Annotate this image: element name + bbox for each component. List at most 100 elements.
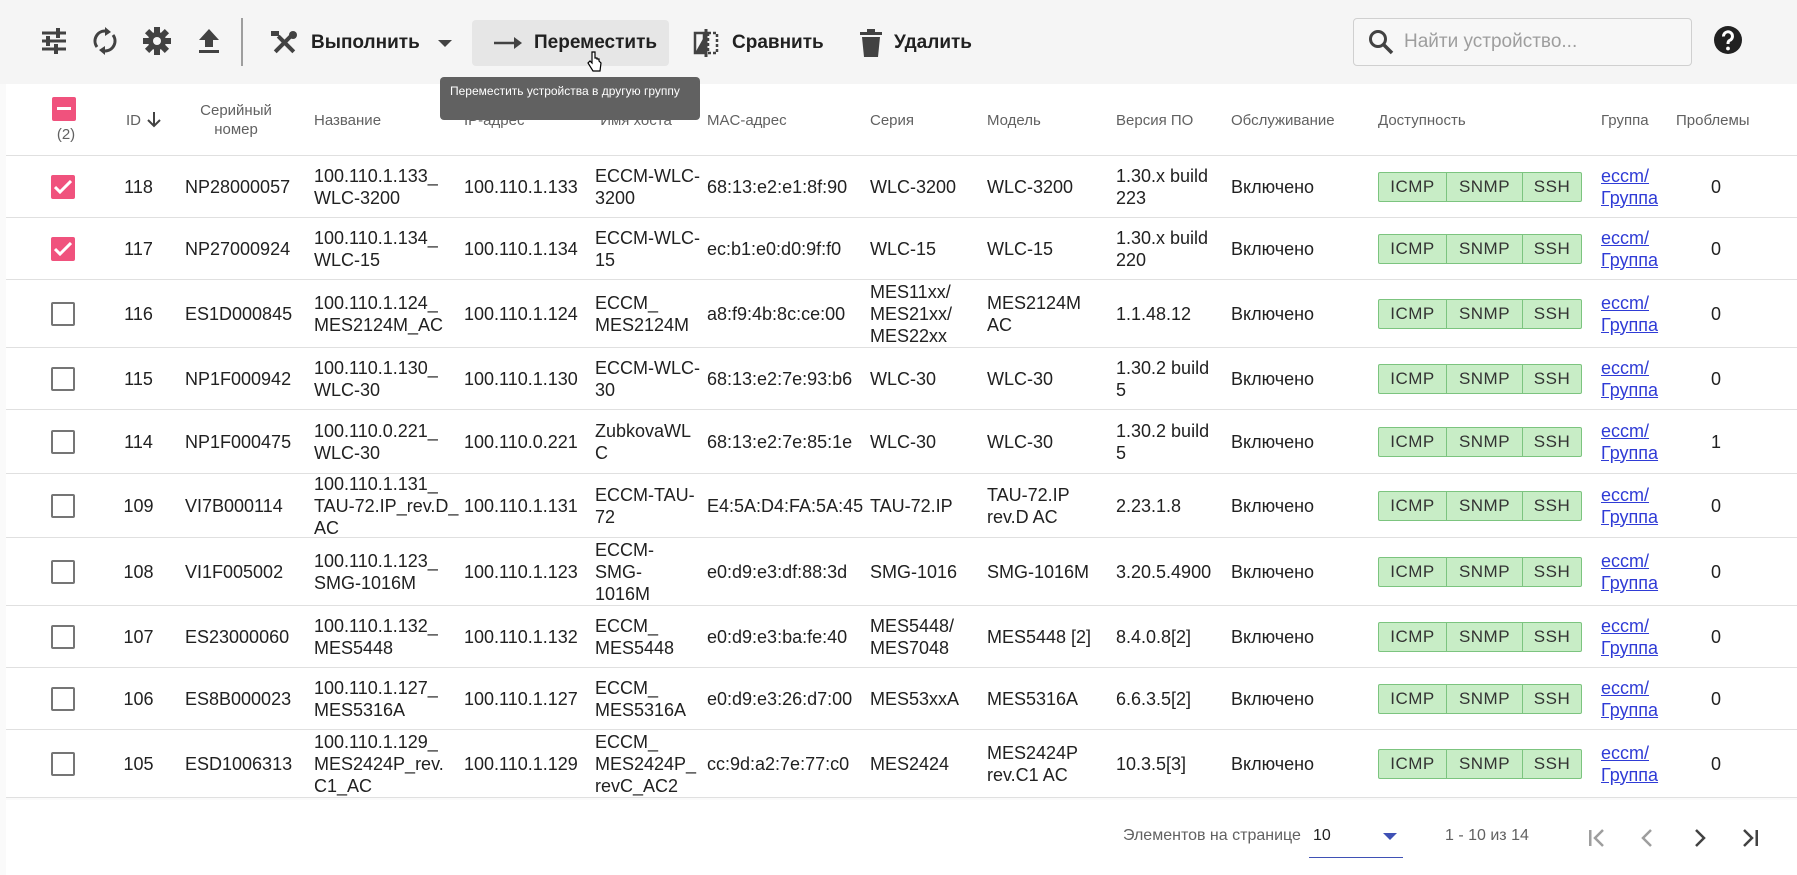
cell-series: WLC-3200: [870, 176, 957, 197]
cell-firmware: 8.4.0.8[2]: [1116, 626, 1192, 647]
group-link[interactable]: eccm/ Группа: [1601, 550, 1658, 594]
group-link[interactable]: eccm/ Группа: [1601, 292, 1658, 336]
cell-series: SMG-1016: [870, 561, 958, 582]
table-header: (2) ID Серийный номер Название IP-адрес …: [6, 84, 1797, 156]
table-row[interactable]: 105 ESD1006313 100.110.1.129_ MES2424P_rev…: [6, 730, 1797, 798]
table-row[interactable]: 117 NP27000924 100.110.1.134_ WLC-15 100.11…: [6, 218, 1797, 280]
group-link[interactable]: eccm/ Группа: [1601, 420, 1658, 464]
cell-problems: 0: [1710, 176, 1721, 197]
group-link[interactable]: eccm/ Группа: [1601, 742, 1658, 786]
header-mac[interactable]: MAC-адрес: [707, 84, 787, 156]
row-checkbox[interactable]: [51, 429, 75, 454]
group-link[interactable]: eccm/ Группа: [1601, 615, 1658, 659]
cell-serial: NP1F000942: [185, 368, 292, 389]
row-checkbox[interactable]: [51, 236, 75, 261]
header-id[interactable]: ID: [126, 84, 161, 156]
group-link[interactable]: eccm/ Группа: [1601, 227, 1658, 271]
refresh-icon[interactable]: [87, 23, 123, 59]
cell-model: MES2124M AC: [987, 292, 1082, 335]
cell-mac: E4:5A:D4:FA:5A:45: [707, 495, 864, 516]
cell-hostname: ECCM-WLC- 3200: [595, 165, 700, 208]
header-firmware[interactable]: Версия ПО: [1116, 84, 1193, 156]
first-page-button[interactable]: [1579, 820, 1615, 856]
devices-table: (2) ID Серийный номер Название IP-адрес …: [6, 84, 1797, 798]
cell-firmware: 1.30.x build 220: [1116, 227, 1209, 270]
availability-badges: ICMP SNMP SSH: [1378, 363, 1582, 394]
header-series[interactable]: Серия: [870, 84, 914, 156]
gear-icon[interactable]: [139, 23, 175, 59]
row-select-cell: [51, 280, 75, 347]
cell-mac: e0:d9:e3:df:88:3d: [707, 561, 848, 582]
row-select-cell: [51, 538, 75, 605]
execute-button[interactable]: Выполнить: [271, 20, 452, 66]
delete-button[interactable]: Удалить: [860, 20, 972, 66]
group-link[interactable]: eccm/ Группа: [1601, 677, 1658, 721]
row-checkbox[interactable]: [51, 751, 75, 776]
cell-id: 114: [124, 431, 153, 452]
table-row[interactable]: 115 NP1F000942 100.110.1.130_ WLC-30 100.11…: [6, 348, 1797, 410]
cell-name: 100.110.1.124_ MES2124M_AC: [314, 292, 444, 335]
table-row[interactable]: 108 VI1F005002 100.110.1.123_ SMG-1016M 100…: [6, 538, 1797, 606]
cell-name: 100.110.1.127_ MES5316A: [314, 677, 438, 720]
row-checkbox[interactable]: [51, 559, 75, 584]
select-all-checkbox[interactable]: [52, 96, 76, 121]
header-availability[interactable]: Доступность: [1378, 84, 1466, 156]
compare-icon: [693, 29, 719, 57]
table-row[interactable]: 107 ES23000060 100.110.1.132_ MES5448 100.1…: [6, 606, 1797, 668]
header-name[interactable]: Название: [314, 84, 381, 156]
compare-button[interactable]: Сравнить: [692, 20, 824, 66]
move-button[interactable]: Переместить: [472, 20, 669, 66]
last-page-button[interactable]: [1732, 820, 1768, 856]
cell-id: 107: [123, 626, 154, 647]
group-link[interactable]: eccm/ Группа: [1601, 357, 1658, 401]
cell-name: 100.110.1.130_ WLC-30: [314, 357, 438, 400]
header-group[interactable]: Группа: [1601, 84, 1649, 156]
header-service[interactable]: Обслуживание: [1231, 84, 1335, 156]
availability-badge-snmp: SNMP: [1447, 622, 1523, 651]
cell-firmware: 1.30.2 build 5: [1116, 420, 1210, 463]
row-select-cell: [51, 474, 75, 537]
toolbar-divider: [241, 18, 243, 66]
search-input[interactable]: [1404, 31, 1674, 53]
cell-serial: VI7B000114: [185, 495, 283, 516]
next-page-button[interactable]: [1681, 820, 1717, 856]
help-icon[interactable]: [1712, 24, 1744, 56]
upload-icon[interactable]: [191, 23, 227, 59]
last-page-icon: [1743, 829, 1758, 847]
cell-mac: 68:13:e2:7e:93:b6: [707, 368, 853, 389]
cell-service: Включено: [1231, 688, 1315, 709]
row-checkbox[interactable]: [51, 624, 75, 649]
cell-problems: 0: [1710, 303, 1721, 324]
row-checkbox[interactable]: [51, 686, 75, 711]
cell-ip: 100.110.1.129: [464, 753, 578, 774]
sort-arrow-down-icon: [147, 112, 161, 128]
header-problems[interactable]: Проблемы: [1676, 84, 1750, 156]
header-serial[interactable]: Серийный номер: [186, 84, 286, 156]
row-checkbox[interactable]: [51, 366, 75, 391]
row-checkbox[interactable]: [51, 301, 75, 326]
group-link[interactable]: eccm/ Группа: [1601, 484, 1658, 528]
table-row[interactable]: 106 ES8B000023 100.110.1.127_ MES5316A 100.…: [6, 668, 1797, 730]
group-link[interactable]: eccm/ Группа: [1601, 165, 1658, 209]
row-checkbox[interactable]: [51, 174, 75, 199]
filter-settings-icon[interactable]: [36, 23, 72, 59]
cell-serial: ES23000060: [185, 626, 290, 647]
table-row[interactable]: 109 VI7B000114 100.110.1.131_ TAU-72.IP_re…: [6, 474, 1797, 538]
cell-mac: 68:13:e2:7e:85:1e: [707, 431, 853, 452]
prev-page-button[interactable]: [1630, 820, 1666, 856]
items-per-page-select[interactable]: 10: [1309, 818, 1403, 858]
cell-availability: ICMP SNMP SSH: [1378, 474, 1582, 537]
table-row[interactable]: 118 NP28000057 100.110.1.133_ WLC-3200 100.…: [6, 156, 1797, 218]
row-checkbox[interactable]: [51, 493, 75, 518]
table-row[interactable]: 116 ES1D000845 100.110.1.124_ MES2124M_AC 1…: [6, 280, 1797, 348]
cell-ip: 100.110.1.132: [464, 626, 578, 647]
availability-badge-icmp: ICMP: [1379, 364, 1447, 393]
trash-icon: [860, 29, 882, 57]
compare-label: Сравнить: [732, 32, 824, 53]
cell-ip: 100.110.1.131: [464, 495, 578, 516]
chevron-down-icon: [437, 39, 452, 47]
availability-badges: ICMP SNMP SSH: [1378, 298, 1582, 329]
table-row[interactable]: 114 NP1F000475 100.110.0.221_ WLC-30 100.11…: [6, 410, 1797, 474]
header-model[interactable]: Модель: [987, 84, 1041, 156]
cell-ip: 100.110.1.133: [464, 176, 578, 197]
